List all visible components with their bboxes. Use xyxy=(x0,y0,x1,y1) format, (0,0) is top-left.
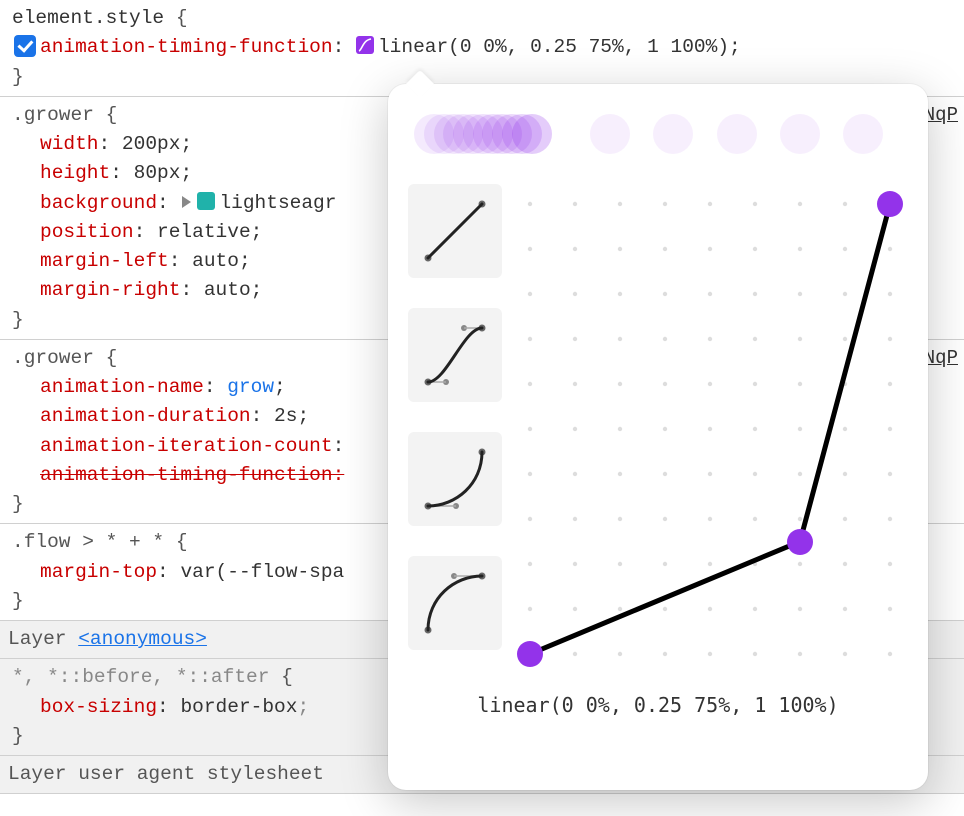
expand-icon[interactable] xyxy=(182,196,191,208)
preset-ease-in[interactable] xyxy=(408,432,502,526)
preset-linear[interactable] xyxy=(408,184,502,278)
preview-ball xyxy=(512,114,552,154)
preset-list xyxy=(408,184,502,674)
selector: .grower xyxy=(12,347,94,369)
selector: .flow > * + * xyxy=(12,531,164,553)
layer-link[interactable]: <anonymous> xyxy=(78,628,207,650)
easing-preview-track xyxy=(414,110,902,158)
curve-handle[interactable] xyxy=(517,641,543,667)
color-swatch-icon[interactable] xyxy=(197,192,215,210)
preview-ball xyxy=(843,114,883,154)
source-link[interactable]: NqP xyxy=(924,101,958,130)
curve-handle[interactable] xyxy=(787,529,813,555)
rule-element-style[interactable]: element.style { animation-timing-functio… xyxy=(0,0,964,97)
curve-handle[interactable] xyxy=(877,191,903,217)
source-link[interactable]: NqP xyxy=(924,344,958,373)
selector: *, *::before, *::after xyxy=(12,666,269,688)
property-name: animation-timing-function xyxy=(40,36,333,58)
preview-ball xyxy=(653,114,693,154)
preset-ease-in-out[interactable] xyxy=(408,308,502,402)
preview-ball xyxy=(780,114,820,154)
easing-editor-popover: linear(0 0%, 0.25 75%, 1 100%) xyxy=(388,84,928,790)
easing-caption: linear(0 0%, 0.25 75%, 1 100%) xyxy=(408,690,908,720)
curve-editor[interactable] xyxy=(520,184,908,674)
preview-ball xyxy=(717,114,757,154)
preset-ease-out[interactable] xyxy=(408,556,502,650)
selector: element.style xyxy=(12,7,164,29)
declaration-row[interactable]: animation-timing-function: linear(0 0%, … xyxy=(12,33,958,62)
property-value[interactable]: linear(0 0%, 0.25 75%, 1 100%) xyxy=(378,36,729,58)
preview-ball xyxy=(590,114,630,154)
selector: .grower xyxy=(12,104,94,126)
toggle-declaration-checkbox[interactable] xyxy=(14,35,36,57)
easing-swatch-icon[interactable] xyxy=(356,36,374,54)
